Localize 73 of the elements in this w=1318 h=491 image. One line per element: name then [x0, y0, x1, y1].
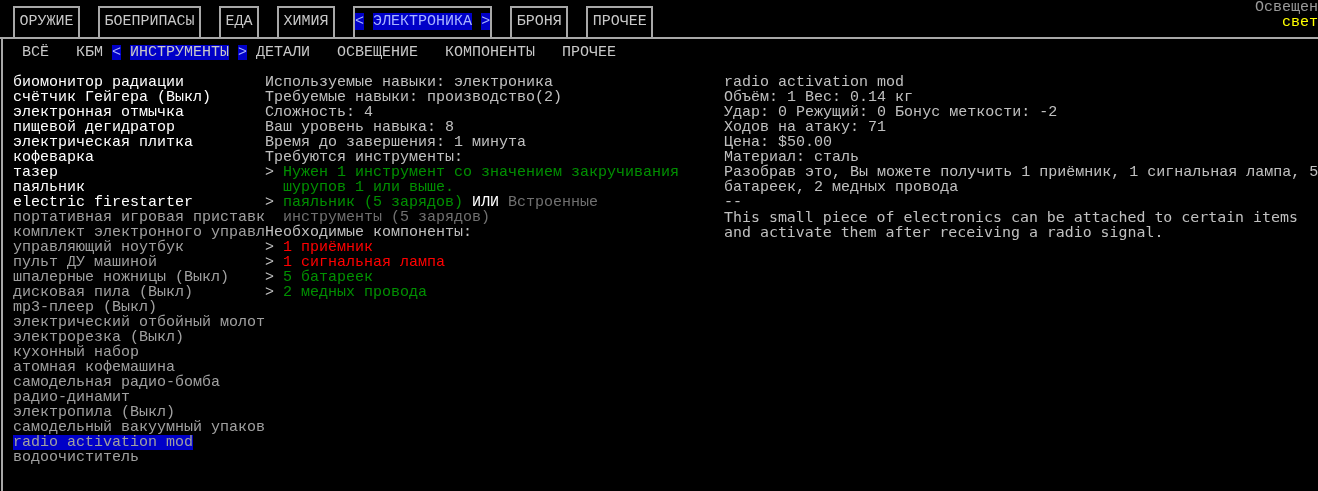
recipe-item[interactable]: electric firestarter [13, 195, 194, 210]
light-label: Освещен [1255, 0, 1318, 15]
recipe-item[interactable]: портативная игровая приставк [13, 210, 266, 225]
subcategory-tab[interactable]: ИНСТРУМЕНТЫ [130, 45, 230, 60]
recipe-item[interactable]: водоочиститель [13, 450, 140, 465]
recipe-item[interactable]: пульт ДУ машиной [13, 255, 158, 270]
bullet-icon: > [265, 195, 284, 225]
recipe-item[interactable]: кофеварка [13, 150, 94, 165]
item-info-line: Ходов на атаку: 71 [724, 120, 888, 135]
recipe-item[interactable]: счётчик Гейгера (Выкл) [13, 90, 212, 105]
subcategory-tab[interactable]: ПРОЧЕЕ [562, 45, 617, 60]
recipe-item[interactable]: радио-динамит [13, 390, 131, 405]
recipe-item[interactable]: комплект электронного управл [13, 225, 266, 240]
arrow-right-icon: > [481, 13, 491, 30]
recipe-item[interactable]: электрический отбойный молот [13, 315, 266, 330]
item-description: This small piece of electronics can be attached to certain items and activate them after receiving a radio signal. [724, 210, 1299, 240]
tool-requirement: паяльник (5 зарядов) ИЛИ Встроенные инструменты (5 зарядов) [283, 195, 600, 225]
subcategory-tab[interactable]: ОСВЕЩЕНИЕ [337, 45, 419, 60]
recipe-item[interactable]: электрическая плитка [13, 135, 194, 150]
item-info-line: radio activation mod [724, 75, 906, 90]
recipe-item[interactable]: электропила (Выкл) [13, 405, 176, 420]
item-info-line: Разобрав это, Вы можете получить 1 приёмник, 1 сигнальная лампа, 5 батареек, 2 медных провода [724, 165, 1318, 195]
category-tab[interactable]: БРОНЯ [510, 6, 569, 37]
info-line: Ваш уровень навыка: 8 [265, 120, 456, 135]
info-line: Время до завершения: 1 минута [265, 135, 528, 150]
arrow-left-icon: < [355, 13, 365, 30]
recipe-item[interactable]: самодельный вакуумный упаков [13, 420, 266, 435]
component-requirement: 1 приёмник [283, 239, 374, 256]
bullet-icon: > [265, 255, 284, 270]
arrow-right-icon: > [238, 45, 248, 60]
item-info-line: Удар: 0 Режущий: 0 Бонус меткости: -2 [724, 105, 1059, 120]
category-tab[interactable]: ПРОЧЕЕ [586, 6, 654, 37]
subcategory-tab[interactable]: ДЕТАЛИ [256, 45, 311, 60]
recipe-item[interactable]: кухонный набор [13, 345, 140, 360]
bullet-icon: > [265, 165, 284, 195]
separator-text: -- [724, 195, 744, 210]
info-line: Используемые навыки: электроника [265, 75, 554, 90]
recipe-item[interactable]: radio activation mod [13, 435, 194, 450]
subcategory-tab[interactable]: ВСЁ [22, 45, 49, 60]
item-info-line: Цена: $50.00 [724, 135, 834, 150]
recipe-item[interactable]: mp3-плеер (Выкл) [13, 300, 158, 315]
subcategory-tab[interactable]: КОМПОНЕНТЫ [445, 45, 536, 60]
section-heading: Необходимые компоненты: [265, 225, 473, 240]
recipe-item[interactable]: биомонитор радиации [13, 75, 185, 90]
tool-requirement: Нужен 1 инструмент со значением закручивания шурупов 1 или выше. [283, 165, 681, 195]
info-line: Сложность: 4 [265, 105, 375, 120]
recipe-item[interactable]: электрорезка (Выкл) [13, 330, 185, 345]
recipe-item[interactable]: самодельная радио-бомба [13, 375, 221, 390]
info-line: Требуемые навыки: производство(2) [265, 90, 564, 105]
category-tab[interactable]: БОЕПРИПАСЫ [98, 6, 202, 37]
recipe-item[interactable]: управляющий ноутбук [13, 240, 185, 255]
component-requirement: 5 батареек [283, 269, 374, 286]
recipe-item[interactable]: дисковая пила (Выкл) [13, 285, 194, 300]
recipe-item[interactable]: электронная отмычка [13, 105, 185, 120]
bullet-icon: > [265, 285, 284, 300]
category-tab[interactable]: ЕДА [219, 6, 260, 37]
category-tab[interactable]: ХИМИЯ [277, 6, 336, 37]
recipe-item[interactable]: атомная кофемашина [13, 360, 176, 375]
light-value: свет [1281, 15, 1318, 30]
category-tab[interactable]: ОРУЖИЕ [13, 6, 80, 37]
recipe-item[interactable]: шпалерные ножницы (Выкл) [13, 270, 230, 285]
recipe-item[interactable]: тазер [13, 165, 58, 180]
subcategory-tab[interactable]: КБМ [76, 45, 104, 60]
bullet-icon: > [265, 270, 284, 285]
category-tab[interactable]: < ЭЛЕКТРОНИКА > [353, 6, 493, 37]
section-heading: Требуются инструменты: [265, 150, 465, 165]
bullet-icon: > [265, 240, 284, 255]
recipe-item[interactable]: паяльник [13, 180, 85, 195]
component-requirement: 2 медных провода [283, 284, 428, 301]
item-info-line: Объём: 1 Вес: 0.14 кг [724, 90, 915, 105]
recipe-item[interactable]: пищевой дегидратор [13, 120, 176, 135]
arrow-left-icon: < [112, 45, 122, 60]
item-info-line: Материал: сталь [724, 150, 861, 165]
